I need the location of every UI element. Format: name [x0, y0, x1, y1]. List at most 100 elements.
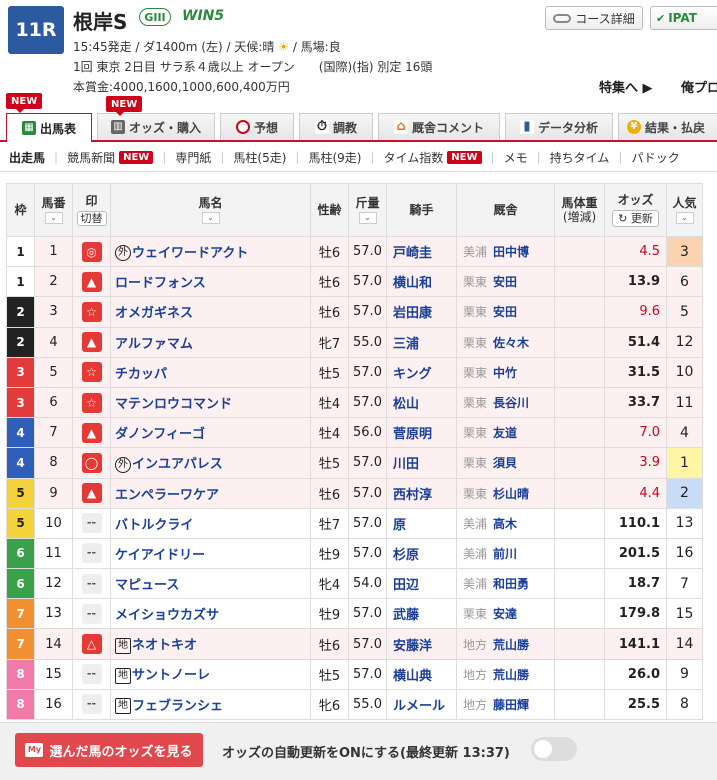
- prediction-mark[interactable]: ◯: [81, 452, 102, 473]
- empty-mark[interactable]: --: [81, 694, 102, 715]
- horse-name-cell[interactable]: 外インユアパレス: [110, 447, 311, 479]
- horse-name-cell[interactable]: マピュース: [110, 568, 311, 600]
- subnav-past9[interactable]: 馬柱(9走): [299, 149, 370, 166]
- prediction-mark[interactable]: ☆: [81, 362, 102, 383]
- horse-name-cell[interactable]: 外ウェイワードアクト: [110, 235, 311, 268]
- trainer-name[interactable]: 安達: [493, 607, 517, 621]
- course-detail-button[interactable]: コース詳細: [545, 6, 643, 30]
- jockey-name[interactable]: 岩田康: [386, 296, 457, 328]
- jockey-name[interactable]: 武藤: [386, 598, 457, 630]
- col-pop[interactable]: 人気 ⌄: [666, 183, 703, 237]
- tab-stable-comment[interactable]: ⌂ 厩舎コメント: [378, 113, 500, 140]
- auto-update-toggle[interactable]: [531, 737, 577, 761]
- trainer-name[interactable]: 安田: [493, 275, 517, 289]
- horse-name[interactable]: アルファマム: [115, 337, 193, 352]
- jockey-name[interactable]: 戸崎圭: [386, 235, 457, 268]
- sort-icon[interactable]: ⌄: [44, 212, 63, 225]
- horse-name-cell[interactable]: ケイアイドリー: [110, 537, 311, 570]
- jockey-name[interactable]: 横山和: [386, 266, 457, 298]
- col-weight[interactable]: 斤量 ⌄: [348, 183, 387, 237]
- trainer-name[interactable]: 和田勇: [493, 577, 529, 591]
- prediction-mark[interactable]: ☆: [81, 301, 102, 322]
- prediction-mark[interactable]: ▲: [81, 271, 102, 292]
- col-horse[interactable]: 馬名 ⌄: [110, 183, 311, 237]
- sort-icon[interactable]: ⌄: [358, 212, 377, 225]
- horse-name[interactable]: マピュース: [115, 578, 179, 593]
- trainer-name[interactable]: 友道: [493, 426, 517, 440]
- mark-toggle-button[interactable]: 切替: [76, 210, 107, 226]
- empty-mark[interactable]: --: [81, 573, 102, 594]
- trainer-name[interactable]: 安田: [493, 305, 517, 319]
- horse-name-cell[interactable]: エンペラーワケア: [110, 477, 311, 509]
- jockey-name[interactable]: 田辺: [386, 568, 457, 600]
- horse-name-cell[interactable]: バトルクライ: [110, 507, 311, 539]
- mypro-link[interactable]: 俺プロ: [681, 77, 717, 96]
- prediction-mark[interactable]: ▲: [81, 422, 102, 443]
- tab-training[interactable]: ⏱ 調教: [299, 113, 373, 140]
- horse-name[interactable]: フェブランシェ: [132, 699, 223, 714]
- horse-name[interactable]: オメガギネス: [115, 306, 193, 321]
- horse-name[interactable]: バトルクライ: [115, 518, 193, 533]
- horse-name-cell[interactable]: チカッパ: [110, 356, 311, 388]
- horse-name[interactable]: エンペラーワケア: [115, 488, 219, 503]
- trainer-name[interactable]: 田中博: [493, 245, 529, 259]
- jockey-name[interactable]: 松山: [386, 386, 457, 419]
- horse-name[interactable]: インユアパレス: [132, 457, 223, 472]
- sort-icon[interactable]: ⌄: [675, 212, 694, 225]
- horse-name-cell[interactable]: アルファマム: [110, 326, 311, 358]
- col-umaban[interactable]: 馬番 ⌄: [34, 183, 73, 237]
- trainer-name[interactable]: 前川: [493, 547, 517, 561]
- horse-name-cell[interactable]: マテンロウコマンド: [110, 386, 311, 419]
- trainer-name[interactable]: 長谷川: [493, 396, 529, 410]
- trainer-name[interactable]: 佐々木: [493, 336, 529, 350]
- tab-data-analysis[interactable]: ▮ データ分析: [505, 113, 613, 140]
- empty-mark[interactable]: --: [81, 513, 102, 534]
- ipat-button[interactable]: ✔ IPAT: [650, 6, 717, 30]
- horse-name[interactable]: ロードフォンス: [115, 276, 206, 291]
- empty-mark[interactable]: --: [81, 664, 102, 685]
- subnav-time-index[interactable]: タイム指数 NEW: [375, 149, 491, 166]
- trainer-name[interactable]: 荒山勝: [493, 638, 529, 652]
- trainer-name[interactable]: 中竹: [493, 366, 517, 380]
- horse-name[interactable]: ネオトキオ: [132, 638, 197, 653]
- jockey-name[interactable]: 菅原明: [386, 417, 457, 449]
- odds-refresh-button[interactable]: ↻ 更新: [612, 210, 659, 228]
- horse-name-cell[interactable]: 地ネオトキオ: [110, 628, 311, 660]
- jockey-name[interactable]: 西村淳: [386, 477, 457, 509]
- horse-name-cell[interactable]: ダノンフィーゴ: [110, 417, 311, 449]
- horse-name[interactable]: チカッパ: [115, 367, 167, 382]
- subnav-past5[interactable]: 馬柱(5走): [224, 149, 295, 166]
- trainer-name[interactable]: 杉山晴: [493, 487, 529, 501]
- tab-entries[interactable]: ▦ 出馬表: [6, 113, 92, 142]
- jockey-name[interactable]: 杉原: [386, 537, 457, 570]
- horse-name[interactable]: メイショウカズサ: [115, 608, 219, 623]
- horse-name[interactable]: ケイアイドリー: [115, 548, 205, 563]
- prediction-mark[interactable]: ◎: [81, 241, 102, 262]
- horse-name[interactable]: サントノーレ: [132, 668, 210, 683]
- jockey-name[interactable]: 安藤洋: [386, 628, 457, 660]
- view-selected-odds-button[interactable]: My 選んだ馬のオッズを見る: [15, 733, 203, 767]
- horse-name-cell[interactable]: ロードフォンス: [110, 266, 311, 298]
- horse-name-cell[interactable]: 地サントノーレ: [110, 658, 311, 690]
- prediction-mark[interactable]: ▲: [81, 483, 102, 504]
- horse-name[interactable]: マテンロウコマンド: [115, 397, 232, 412]
- jockey-name[interactable]: ルメール: [386, 688, 457, 721]
- subnav-best-time[interactable]: 持ちタイム: [541, 149, 619, 166]
- jockey-name[interactable]: 横山典: [386, 658, 457, 690]
- trainer-name[interactable]: 藤田輝: [493, 698, 529, 712]
- prediction-mark[interactable]: △: [81, 634, 102, 655]
- subnav-newspaper[interactable]: 競馬新聞 NEW: [58, 149, 162, 166]
- horse-name-cell[interactable]: オメガギネス: [110, 296, 311, 328]
- horse-name-cell[interactable]: 地フェブランシェ: [110, 688, 311, 721]
- trainer-name[interactable]: 須貝: [493, 456, 517, 470]
- tab-prediction[interactable]: 予想: [220, 113, 294, 140]
- empty-mark[interactable]: --: [81, 603, 102, 624]
- empty-mark[interactable]: --: [81, 543, 102, 564]
- subnav-paddock[interactable]: パドック: [622, 149, 688, 166]
- sort-icon[interactable]: ⌄: [201, 212, 220, 225]
- trainer-name[interactable]: 荒山勝: [493, 668, 529, 682]
- horse-name-cell[interactable]: メイショウカズサ: [110, 598, 311, 630]
- prediction-mark[interactable]: ☆: [81, 392, 102, 413]
- subnav-memo[interactable]: メモ: [495, 149, 537, 166]
- subnav-special-paper[interactable]: 専門紙: [166, 149, 220, 166]
